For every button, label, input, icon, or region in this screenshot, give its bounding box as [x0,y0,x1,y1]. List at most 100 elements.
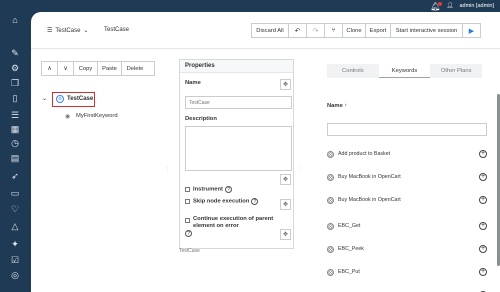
add-keyword-icon[interactable]: + [479,150,487,158]
keyword-label: EBC_Get [338,223,361,229]
pin-icon[interactable]: ✥ [280,79,291,90]
redo-icon[interactable]: ↷ [306,23,325,38]
report-icon[interactable]: ▤ [9,152,21,164]
continue-label: Continue execution of parent element on … [193,216,274,229]
paste-button[interactable]: Paste [98,62,122,75]
move-down-button[interactable]: ∨ [58,62,74,75]
user-area: 🔔︎ 👤︎ admin [admin] [430,1,494,11]
main-panel: ☰ TestCase ⌄ TestCase Discard All ↶ ↷ ⑂ … [31,12,500,292]
support-icon[interactable]: ◎ [9,269,21,281]
pin-icon[interactable]: ✥ [280,199,291,210]
heartbeat-icon[interactable]: ♡ [9,203,21,215]
tab-project-label: TestCase [55,27,81,34]
add-keyword-icon[interactable]: + [479,173,487,181]
keyword-row[interactable]: EBC_Peek + [327,243,487,255]
keyword-label: Buy MacBook in OpenCart [338,174,401,180]
clone-button[interactable]: Clone [342,23,366,38]
testcase-icon: ⚙ [56,95,64,103]
keyword-search-input[interactable] [327,123,487,136]
undo-icon[interactable]: ↶ [288,23,307,38]
settings-icon[interactable]: ⚙ [9,62,21,74]
tree-toolbar: ∧ ∨ Copy Paste Delete [41,61,155,76]
chevron-down-icon[interactable]: ⌄ [42,95,47,102]
keyword-row[interactable]: Buy MacBook in OpenCart + [327,171,487,183]
tree-node-child-label: MyFirstKeyword [76,113,118,119]
help-icon[interactable]: ? [185,230,192,237]
properties-panel: Properties Name ✥ Description ✥ Instrume… [179,59,294,249]
name-column-header[interactable]: Name ↑ [327,103,347,109]
continue-checkbox[interactable] [185,218,190,223]
splitter-right[interactable]: ⋮ [297,167,302,175]
notification-dot [438,1,443,6]
pin-icon[interactable]: ✥ [280,229,291,240]
help-icon[interactable]: ? [251,198,259,205]
rocket-icon[interactable]: ➶ [9,170,21,182]
list-icon[interactable]: ☰ [9,109,21,121]
tab-controls[interactable]: Controls [327,64,379,78]
skip-text: Skip node execution [193,198,250,205]
tab-other-plans[interactable]: Other Plans [430,64,482,78]
copy-button[interactable]: Copy [74,62,98,75]
tree-node-child[interactable]: ◉ MyFirstKeyword [65,112,145,122]
tree-node-root[interactable]: ⌄ ⚙ TestCase [41,92,121,107]
move-up-button[interactable]: ∧ [42,62,58,75]
keyword-row[interactable]: EBC_Get + [327,220,487,232]
description-field[interactable] [185,126,292,171]
name-column-label: Name [327,103,343,109]
keyword-row[interactable]: Add product to Basket + [327,148,487,160]
start-interactive-session-button[interactable]: Start interactive session [390,23,463,38]
export-button[interactable]: Export [365,23,391,38]
branch-icon[interactable]: ⑂ [324,23,343,38]
keyword-label: EBC_Put [338,269,360,275]
keyword-row[interactable]: Buy MacBook in OpenCart + [327,194,487,206]
sort-asc-icon[interactable]: ↑ [344,103,347,109]
edit-icon[interactable]: ✎ [9,47,21,59]
clock-icon[interactable]: ◷ [9,137,21,149]
instrument-checkbox[interactable] [185,187,190,192]
menu-icon[interactable]: ☰ [47,27,52,34]
keyword-icon [327,150,334,158]
keyword-label: EBC_Peek [338,246,364,252]
keyword-icon: ◉ [65,114,71,120]
add-keyword-icon[interactable]: + [479,196,487,204]
pin-icon[interactable]: ✥ [280,174,291,185]
keyword-icon [327,245,334,253]
delete-button[interactable]: Delete [122,62,148,75]
properties-title: Properties [180,60,293,73]
table-icon[interactable]: ▦ [9,123,21,135]
play-icon[interactable]: ▶ [462,23,481,38]
top-bar: 🔔︎ 👤︎ admin [admin] [0,0,500,12]
home-icon[interactable]: ⌂ [9,14,21,26]
user-label[interactable]: admin [admin] [459,3,494,9]
instrument-text: Instrument [193,186,223,193]
splitter-left[interactable]: ⋮ [165,167,170,175]
instrument-label: Instrument? [193,186,232,193]
add-keyword-icon[interactable]: + [479,245,487,253]
tab-file[interactable]: TestCase [104,27,129,33]
box-icon[interactable]: ❒ [9,77,21,89]
user-icon[interactable]: 👤︎ [446,3,453,9]
help-icon[interactable]: ? [224,186,232,193]
chevron-down-icon[interactable]: ⌄ [83,27,88,34]
alert-icon[interactable]: △ [9,220,21,232]
name-field[interactable] [185,96,292,109]
bell-icon[interactable]: 🔔︎ [430,1,443,11]
tab-keywords[interactable]: Keywords [378,64,431,78]
library-tabs: Controls Keywords Other Plans [327,64,482,78]
discard-all-button[interactable]: Discard All [251,23,289,38]
keyword-icon [327,196,334,204]
skip-checkbox[interactable] [185,199,190,204]
file-tabs: ☰ TestCase ⌄ TestCase Discard All ↶ ↷ ⑂ … [31,12,500,49]
document-icon[interactable]: ▯ [9,92,21,104]
properties-footer: TestCase [179,248,200,254]
add-keyword-icon[interactable]: + [479,268,487,276]
keyword-row[interactable]: EBC_Put + [327,266,487,278]
keyword-icon [327,268,334,276]
tab-project[interactable]: ☰ TestCase ⌄ [47,27,88,35]
toolbar: Discard All ↶ ↷ ⑂ Clone Export Start int… [251,23,481,38]
page-icon[interactable]: ▭ [9,187,21,199]
skip-label: Skip node execution? [193,198,259,205]
checklist-icon[interactable]: ☑ [9,254,21,266]
add-keyword-icon[interactable]: + [479,222,487,230]
puzzle-icon[interactable]: ✦ [9,238,21,250]
